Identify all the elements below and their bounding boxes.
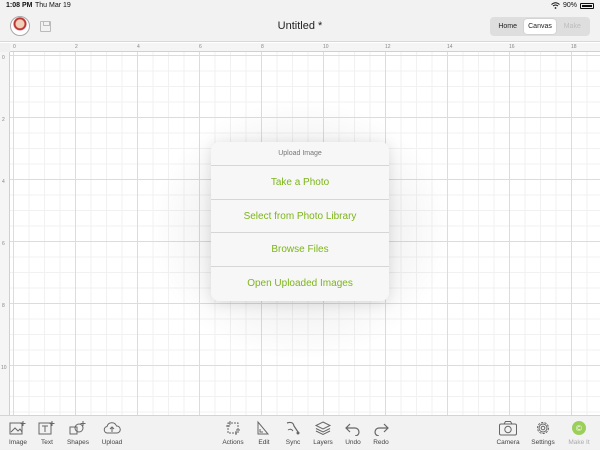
ruler-top-label: 18 [571,44,577,50]
text-button[interactable]: Text [32,419,62,446]
edit-label: Edit [258,439,270,446]
status-date: Thu Mar 19 [35,2,71,9]
status-time: 1:08 PM [6,2,33,9]
mode-segmented-control: Home Canvas Make [490,17,590,36]
layers-icon [314,421,332,436]
ruler-top-label: 14 [447,44,453,50]
ruler-corner [0,43,10,52]
redo-icon [374,423,389,436]
sync-button[interactable]: Sync [278,419,308,446]
sync-icon [286,421,300,435]
camera-icon [499,421,517,436]
undo-button[interactable]: Undo [338,419,368,446]
sync-label: Sync [285,439,301,446]
layers-label: Layers [313,439,333,446]
status-bar: 1:08 PM Thu Mar 19 90% [0,0,600,12]
actions-icon [226,421,240,435]
ruler-top-label: 0 [13,44,16,50]
ruler-left: 0 2 4 6 8 10 [0,52,10,415]
ruler-left-label: 8 [2,303,5,309]
edit-button[interactable]: Edit [249,419,279,446]
ruler-left-label: 4 [2,179,5,185]
layers-button[interactable]: Layers [308,419,338,446]
popover-title: Upload Image [211,142,389,166]
redo-label: Redo [373,439,389,446]
ruler-left-label: 6 [2,241,5,247]
bottom-toolbar: Image Text Shapes Upload Actions Edit Sy… [0,415,600,450]
image-add-icon [9,421,26,435]
make-it-button[interactable]: © Make It [564,419,594,446]
top-bar: Untitled * Home Canvas Make [0,12,600,42]
image-label: Image [8,439,28,446]
ruler-top-label: 16 [509,44,515,50]
photo-library-option[interactable]: Select from Photo Library [211,200,389,234]
settings-button[interactable]: Settings [528,419,558,446]
shapes-icon [69,421,86,435]
make-it-label: Make It [568,439,590,446]
tab-home[interactable]: Home [492,19,523,34]
ruler-top: 0 2 4 6 8 10 12 14 16 18 [10,43,600,52]
ruler-left-label: 10 [1,365,7,371]
image-button[interactable]: Image [3,419,33,446]
ruler-top-label: 6 [199,44,202,50]
redo-button[interactable]: Redo [366,419,396,446]
ruler-top-label: 4 [137,44,140,50]
text-label: Text [41,439,53,446]
take-photo-option[interactable]: Take a Photo [211,166,389,200]
actions-button[interactable]: Actions [218,419,248,446]
text-add-icon [38,421,55,435]
undo-label: Undo [345,439,361,446]
make-it-icon: © [572,421,586,435]
ruler-top-label: 2 [75,44,78,50]
actions-label: Actions [222,439,244,446]
browse-files-option[interactable]: Browse Files [211,233,389,268]
battery-percent: 90% [562,2,577,9]
shapes-button[interactable]: Shapes [63,419,93,446]
camera-label: Camera [496,439,520,446]
gear-icon [537,422,549,434]
upload-button[interactable]: Upload [97,419,127,446]
ruler-left-label: 2 [2,117,5,123]
uploaded-images-option[interactable]: Open Uploaded Images [211,267,389,301]
camera-button[interactable]: Camera [493,419,523,446]
shapes-label: Shapes [66,439,90,446]
undo-icon [345,423,360,436]
wifi-icon [551,2,560,9]
settings-label: Settings [531,439,555,446]
status-indicators: 90% [551,2,594,9]
battery-icon [580,2,594,9]
upload-image-popover: Upload Image Take a Photo Select from Ph… [211,142,389,301]
ruler-left-label: 0 [2,55,5,61]
upload-label: Upload [101,439,123,446]
ruler-top-label: 10 [323,44,329,50]
tab-make: Make [563,23,581,30]
ruler-top-label: 8 [261,44,264,50]
ruler-top-label: 12 [385,44,391,50]
cloud-upload-icon [103,422,121,434]
edit-icon [257,420,270,435]
tab-canvas[interactable]: Canvas [524,19,556,34]
